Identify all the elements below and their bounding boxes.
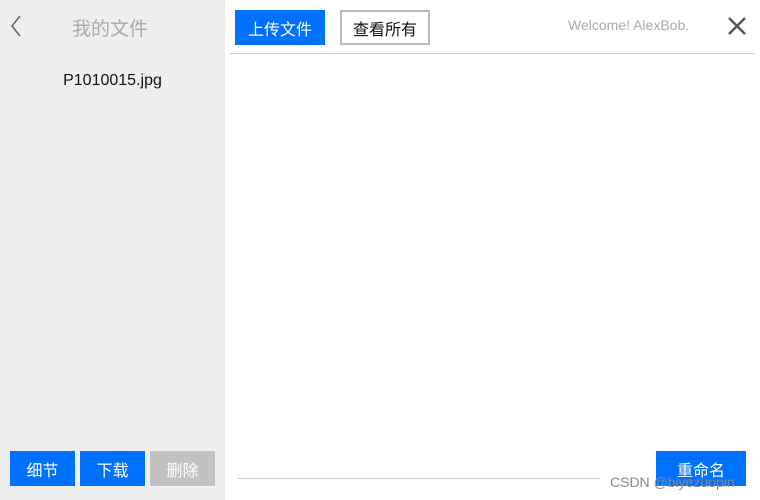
view-all-button[interactable]: 查看所有 xyxy=(340,10,430,45)
back-chevron-icon[interactable] xyxy=(8,12,24,40)
footer-divider xyxy=(238,478,600,479)
sidebar-title: 我的文件 xyxy=(72,18,149,40)
sidebar: 我的文件 P1010015.jpg 细节 下载 删除 xyxy=(0,0,225,500)
details-button[interactable]: 细节 xyxy=(10,451,75,486)
download-button[interactable]: 下载 xyxy=(80,451,145,486)
file-item[interactable]: P1010015.jpg xyxy=(0,72,225,90)
delete-button[interactable]: 删除 xyxy=(150,451,215,486)
upload-button[interactable]: 上传文件 xyxy=(235,10,325,45)
watermark: CSDN @biyezuopin xyxy=(610,474,735,490)
header-divider xyxy=(230,53,755,54)
welcome-text: Welcome! AlexBob. xyxy=(568,17,690,33)
close-icon[interactable] xyxy=(725,14,749,38)
